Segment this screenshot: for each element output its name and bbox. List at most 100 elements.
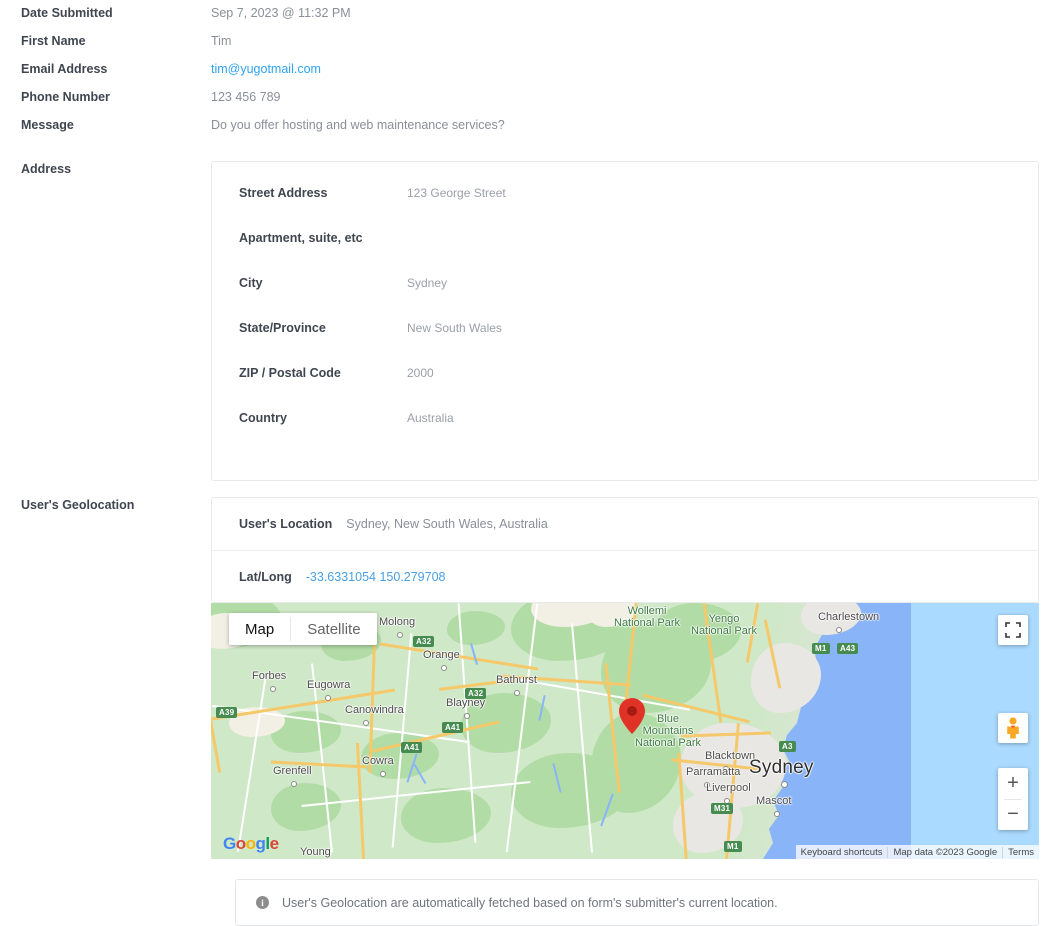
address-row: CitySydney — [212, 276, 1038, 321]
map-place-dot — [363, 720, 369, 726]
geolocation-section: User's Geolocation User's Location Sydne… — [0, 497, 1050, 926]
field-value-link[interactable]: tim@yugotmail.com — [211, 61, 321, 76]
latlong-row: Lat/Long -33.6331054 150.279708 — [212, 550, 1038, 602]
map-type-satellite-button[interactable]: Satellite — [291, 613, 376, 645]
address-field-value: New South Wales — [407, 321, 502, 335]
address-section-label: Address — [21, 161, 211, 176]
address-row: CountryAustralia — [212, 411, 1038, 456]
map-place-dot — [774, 811, 780, 817]
geolocation-section-label: User's Geolocation — [21, 497, 211, 512]
map-place-dot — [397, 632, 403, 638]
field-value: Sep 7, 2023 @ 11:32 PM — [211, 5, 351, 20]
google-logo-letter: G — [223, 834, 236, 853]
geolocation-note-wrapper: i User's Geolocation are automatically f… — [211, 859, 1050, 926]
street-view-pegman-icon — [1004, 717, 1022, 739]
map-place-dot — [836, 627, 842, 633]
address-row: State/ProvinceNew South Wales — [212, 321, 1038, 366]
field-value: Tim — [211, 33, 231, 48]
address-row: ZIP / Postal Code2000 — [212, 366, 1038, 411]
fullscreen-icon — [1005, 622, 1021, 638]
address-field-label: ZIP / Postal Code — [212, 366, 407, 380]
street-view-pegman-button[interactable] — [998, 713, 1028, 743]
map-park-label: WollemiNational Park — [614, 605, 680, 629]
map-attribution-item[interactable]: Keyboard shortcuts — [796, 847, 888, 858]
map-town-label: Mascot — [756, 795, 791, 807]
field-label: Email Address — [21, 61, 211, 76]
address-field-label: State/Province — [212, 321, 407, 335]
map-town-label: Charlestown — [818, 611, 879, 623]
field-value: Do you offer hosting and web maintenance… — [211, 117, 505, 132]
submission-fields: Date SubmittedSep 7, 2023 @ 11:32 PMFirs… — [0, 0, 1050, 145]
map-town-label: Canowindra — [345, 704, 404, 716]
map-attribution-item: Map data ©2023 Google — [887, 847, 1002, 858]
zoom-out-button[interactable]: − — [998, 800, 1028, 830]
map-town-label: Blacktown — [705, 750, 755, 762]
map-road-shield: A41 — [442, 722, 463, 733]
map-place-dot — [441, 665, 447, 671]
users-location-value: Sydney, New South Wales, Australia — [346, 517, 547, 531]
users-location-label: User's Location — [239, 517, 332, 531]
field-label: Date Submitted — [21, 5, 211, 20]
submission-field-row: Date SubmittedSep 7, 2023 @ 11:32 PM — [0, 0, 1050, 33]
address-section: Address Street Address123 George StreetA… — [0, 161, 1050, 481]
users-location-row: User's Location Sydney, New South Wales,… — [212, 498, 1038, 550]
map-place-dot — [380, 771, 386, 777]
map-type-control[interactable]: Map Satellite — [229, 613, 377, 645]
address-field-label: Country — [212, 411, 407, 425]
field-label: First Name — [21, 33, 211, 48]
map-town-label: Liverpool — [706, 782, 751, 794]
map-road-shield: A39 — [216, 707, 237, 718]
map-town-label: Orange — [423, 649, 460, 661]
map-place-dot — [514, 690, 520, 696]
map-road-shield: M1 — [812, 643, 830, 654]
address-card: Street Address123 George StreetApartment… — [211, 161, 1039, 481]
map-town-label: Parramatta — [686, 766, 740, 778]
submission-field-row: MessageDo you offer hosting and web main… — [0, 117, 1050, 145]
map-place-dot — [270, 686, 276, 692]
map-attribution: Keyboard shortcutsMap data ©2023 GoogleT… — [796, 845, 1039, 859]
submission-field-row: Phone Number123 456 789 — [0, 89, 1050, 117]
google-logo-letter: e — [270, 834, 279, 853]
address-field-value: Sydney — [407, 276, 447, 290]
map-place-dot — [291, 781, 297, 787]
zoom-in-button[interactable]: + — [998, 769, 1028, 799]
map-town-label: Molong — [379, 616, 415, 628]
latlong-value[interactable]: -33.6331054 150.279708 — [306, 570, 446, 584]
map-town-label: Eugowra — [307, 679, 350, 691]
map-road-shield: M1 — [724, 841, 742, 852]
field-value: 123 456 789 — [211, 89, 281, 104]
zoom-control[interactable]: + − — [998, 768, 1028, 830]
address-field-label: Street Address — [212, 186, 407, 200]
map-city-label: Sydney — [749, 757, 814, 779]
map-attribution-item[interactable]: Terms — [1002, 847, 1039, 858]
geolocation-card: User's Location Sydney, New South Wales,… — [211, 497, 1039, 603]
map-town-label: Bathurst — [496, 674, 537, 686]
map-road-shield: A41 — [401, 742, 422, 753]
address-field-value: 123 George Street — [407, 186, 506, 200]
address-field-label: City — [212, 276, 407, 290]
google-logo-letter: o — [236, 834, 246, 853]
location-marker[interactable] — [619, 698, 645, 734]
geolocation-note: i User's Geolocation are automatically f… — [235, 879, 1039, 926]
google-map[interactable]: MolongOrangeBathurstBlayneyForbesEugowra… — [211, 603, 1039, 859]
field-label: Phone Number — [21, 89, 211, 104]
map-type-map-button[interactable]: Map — [229, 613, 290, 645]
map-place-dot — [781, 781, 788, 788]
fullscreen-button[interactable] — [998, 615, 1028, 645]
submission-field-row: First NameTim — [0, 33, 1050, 61]
map-place-dot — [464, 713, 470, 719]
info-icon: i — [256, 896, 269, 909]
map-town-label: Forbes — [252, 670, 286, 682]
map-town-label: Cowra — [362, 755, 394, 767]
map-place-dot — [325, 695, 331, 701]
map-town-label: Young — [300, 846, 331, 858]
address-row: Street Address123 George Street — [212, 162, 1038, 231]
address-field-label: Apartment, suite, etc — [212, 231, 407, 245]
map-road-shield: A43 — [837, 643, 858, 654]
google-logo-letter: g — [256, 834, 266, 853]
submission-detail-page: Date SubmittedSep 7, 2023 @ 11:32 PMFirs… — [0, 0, 1050, 894]
geolocation-note-text: User's Geolocation are automatically fet… — [282, 896, 778, 910]
map-park-label: YengoNational Park — [691, 613, 757, 637]
map-road-shield: M31 — [711, 803, 733, 814]
address-field-value: Australia — [407, 411, 454, 425]
